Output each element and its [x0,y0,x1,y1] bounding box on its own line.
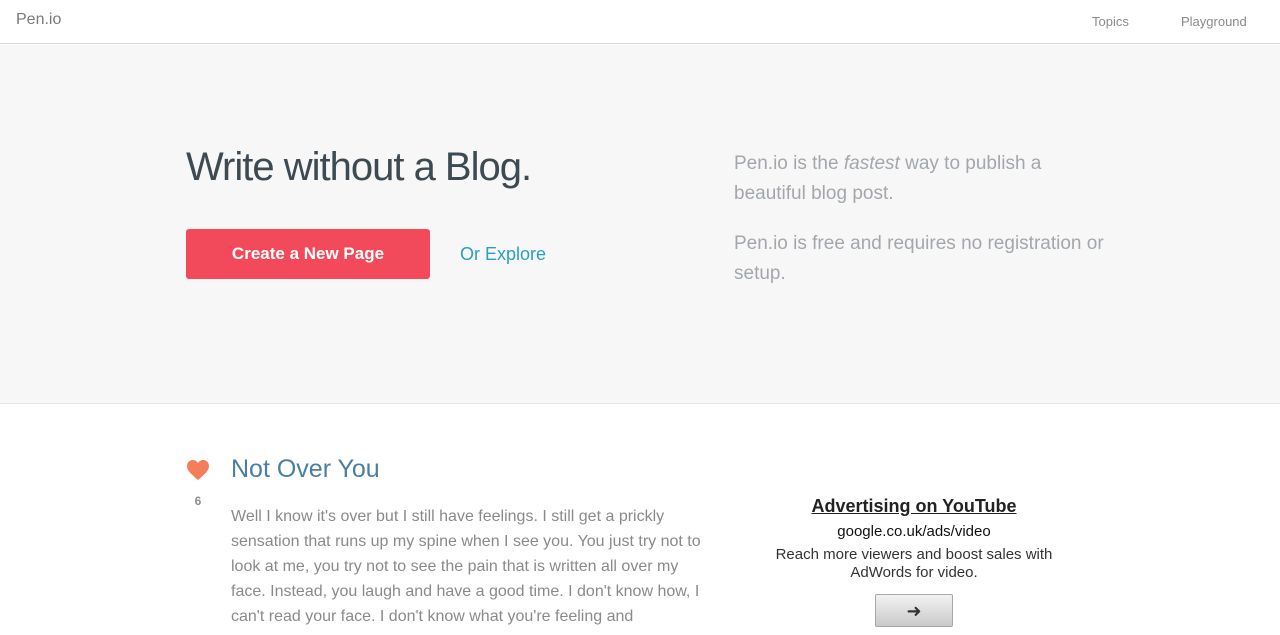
create-new-page-button[interactable]: Create a New Page [186,229,430,279]
like-count: 6 [194,494,202,508]
desc-emphasis: fastest [843,153,900,174]
ad-block: Advertising on YouTube google.co.uk/ads/… [764,496,1064,627]
ad-go-button[interactable]: ➜ [875,594,953,627]
desc-text-start: Pen.io is the [734,153,844,174]
post-title-link[interactable]: Not Over You [231,455,380,484]
post-excerpt: Well I know it's over but I still have f… [231,508,701,625]
heart-icon[interactable] [186,459,210,481]
nav-playground-link[interactable]: Playground [1181,14,1247,29]
hero-title: Write without a Blog. [186,145,532,189]
hero-description-speed: Pen.io is the fastest way to publish a b… [734,149,1114,209]
hero-section: Write without a Blog. Create a New Page … [0,45,1280,404]
nav-topics-link[interactable]: Topics [1092,14,1129,29]
site-logo[interactable]: Pen.io [16,11,61,29]
ad-url[interactable]: google.co.uk/ads/video [764,523,1064,540]
explore-link[interactable]: Or Explore [460,244,546,265]
ad-text: Reach more viewers and boost sales with … [775,546,1053,581]
top-navbar: Pen.io Topics Playground [0,0,1280,44]
ad-title-link[interactable]: Advertising on YouTube [764,496,1064,517]
arrow-right-icon: ➜ [906,600,922,621]
hero-description-free: Pen.io is free and requires no registrat… [734,233,1104,284]
